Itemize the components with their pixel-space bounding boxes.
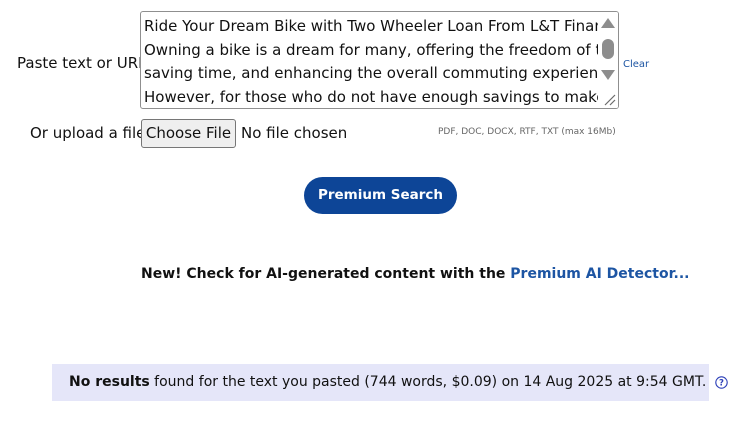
scroll-thumb[interactable] xyxy=(602,39,614,59)
premium-search-button[interactable]: Premium Search xyxy=(304,177,457,214)
result-details: found for the text you pasted (744 words… xyxy=(149,374,707,390)
ai-detector-notice: New! Check for AI-generated content with… xyxy=(141,266,689,282)
premium-ai-detector-link[interactable]: Premium AI Detector... xyxy=(510,266,689,282)
help-icon-svg: ? xyxy=(714,375,728,389)
text-line: saving time, and enhancing the overall c… xyxy=(144,64,619,82)
result-message: No results found for the text you pasted… xyxy=(69,374,728,390)
svg-text:?: ? xyxy=(719,378,724,388)
clear-link[interactable]: Clear xyxy=(623,59,649,70)
scroll-up-icon[interactable] xyxy=(601,18,615,28)
plagiarism-checker-page: Paste text or URL: Ride Your Dream Bike … xyxy=(0,0,736,421)
allowed-file-types: PDF, DOC, DOCX, RTF, TXT (max 16Mb) xyxy=(438,127,616,137)
result-status: No results xyxy=(69,374,150,390)
file-status-text: No file chosen xyxy=(241,124,348,142)
help-icon[interactable]: ? xyxy=(714,375,728,389)
text-line: Ride Your Dream Bike with Two Wheeler Lo… xyxy=(144,17,619,35)
text-line: However, for those who do not have enoug… xyxy=(144,87,619,106)
resize-grip-svg xyxy=(604,94,616,106)
text-input-area[interactable]: Ride Your Dream Bike with Two Wheeler Lo… xyxy=(140,11,619,109)
scroll-down-icon[interactable] xyxy=(601,70,615,80)
result-banner: No results found for the text you pasted… xyxy=(52,364,728,401)
ai-notice-text: New! Check for AI-generated content with… xyxy=(141,266,511,282)
paste-text-label: Paste text or URL: xyxy=(17,54,152,72)
upload-file-label: Or upload a file: xyxy=(30,124,151,142)
pasted-text: Ride Your Dream Bike with Two Wheeler Lo… xyxy=(144,15,619,108)
text-line: Owning a bike is a dream for many, offer… xyxy=(144,40,619,59)
resize-grip-icon[interactable] xyxy=(598,88,618,108)
choose-file-button[interactable]: Choose File xyxy=(141,119,236,148)
